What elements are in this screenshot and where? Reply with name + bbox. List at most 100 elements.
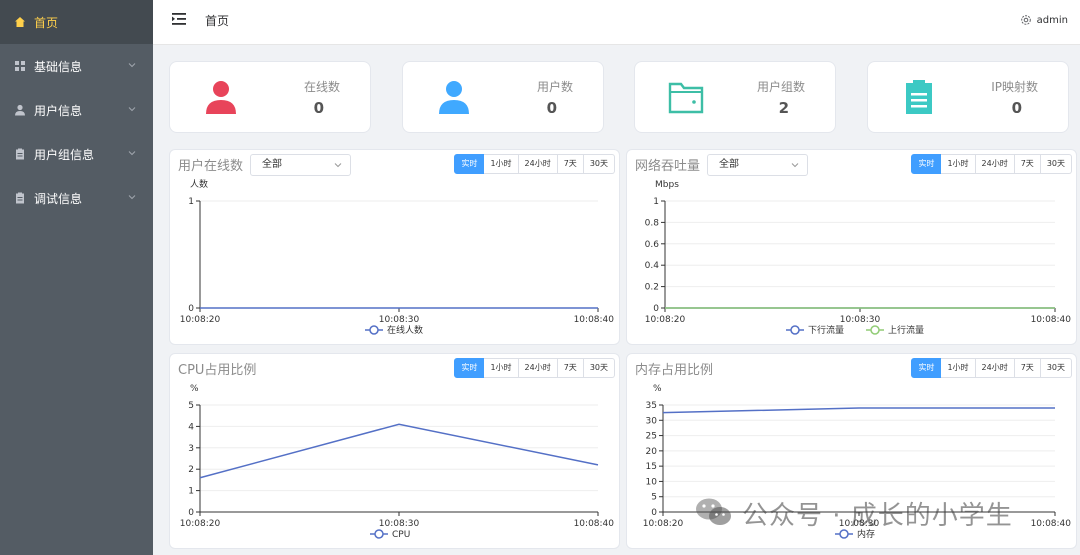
- y-tick-label: 0.6: [645, 240, 660, 250]
- time-button-24h[interactable]: 24小时: [518, 154, 558, 174]
- time-button-realtime[interactable]: 实时: [911, 358, 942, 378]
- y-tick-label: 30: [646, 416, 658, 426]
- user-name[interactable]: admin: [1037, 15, 1068, 26]
- y-axis-label: 人数: [190, 178, 208, 190]
- y-tick-label: 4: [188, 422, 194, 432]
- time-button-24h[interactable]: 24小时: [975, 154, 1015, 174]
- y-tick-label: 10: [646, 477, 658, 487]
- y-axis-label: Mbps: [655, 180, 679, 190]
- time-button-30d[interactable]: 30天: [583, 154, 615, 174]
- time-button-1h[interactable]: 1小时: [484, 358, 519, 378]
- legend-label: CPU: [392, 530, 410, 540]
- document-icon: [14, 192, 26, 204]
- time-button-realtime[interactable]: 实时: [454, 358, 485, 378]
- panel-network-throughput: 网络吞吐量 全部 实时 1小时 24小时 7天 30天 Mbps 0 0.2 0.4 0…: [626, 149, 1077, 345]
- time-button-30d[interactable]: 30天: [1040, 358, 1072, 378]
- time-range-group: 实时 1小时 24小时 7天 30天: [454, 154, 615, 174]
- sidebar-item-label: 基础信息: [34, 59, 83, 74]
- panel-title: CPU占用比例: [178, 363, 257, 378]
- x-tick-label: 10:08:30: [840, 315, 881, 325]
- stat-card-user-groups: 用户组数 2: [634, 61, 836, 133]
- y-tick-label: 0.4: [645, 261, 660, 271]
- stat-value: 2: [778, 99, 789, 117]
- time-button-24h[interactable]: 24小时: [518, 358, 558, 378]
- chevron-down-icon: [791, 163, 799, 168]
- y-tick-label: 35: [646, 401, 657, 411]
- menu-fold-icon[interactable]: [171, 11, 187, 27]
- legend-label: 下行流量: [808, 324, 844, 336]
- stat-label: IP映射数: [991, 80, 1038, 94]
- panel-cpu-usage: CPU占用比例 实时 1小时 24小时 7天 30天 % 0 1 2 3 4 5 10:08:…: [169, 353, 620, 549]
- time-button-7d[interactable]: 7天: [557, 154, 584, 174]
- chevron-down-icon: [128, 107, 136, 112]
- sidebar-item-debug-info[interactable]: 调试信息: [0, 176, 153, 220]
- folder-icon: [668, 82, 704, 114]
- time-button-1h[interactable]: 1小时: [941, 154, 976, 174]
- time-button-realtime[interactable]: 实时: [454, 154, 485, 174]
- time-button-7d[interactable]: 7天: [557, 358, 584, 378]
- sidebar-item-home[interactable]: 首页: [0, 0, 153, 44]
- stat-label: 用户数: [536, 80, 573, 94]
- sidebar-item-label: 调试信息: [34, 191, 83, 206]
- y-axis-label: %: [653, 384, 662, 394]
- y-tick-label: 0: [188, 508, 194, 518]
- panel-title: 内存占用比例: [635, 363, 714, 378]
- y-tick-label: 0.8: [645, 218, 660, 228]
- y-tick-label: 0: [651, 508, 657, 518]
- filter-select[interactable]: 全部: [707, 154, 808, 176]
- clipboard-icon: [906, 80, 932, 114]
- breadcrumb[interactable]: 首页: [205, 12, 229, 29]
- chart-cpu-usage: % 0 1 2 3 4 5 10:08:20 10:08:30 10:08:40 CPU: [180, 384, 615, 540]
- time-button-30d[interactable]: 30天: [583, 358, 615, 378]
- y-axis-label: %: [190, 384, 199, 394]
- legend-label: 上行流量: [888, 324, 924, 336]
- time-button-1h[interactable]: 1小时: [941, 358, 976, 378]
- legend-item: CPU: [370, 529, 410, 540]
- time-range-group: 实时 1小时 24小时 7天 30天: [911, 358, 1072, 378]
- y-tick-label: 1: [188, 197, 194, 207]
- panel-title: 用户在线数: [178, 159, 244, 174]
- y-tick-label: 15: [646, 462, 657, 472]
- y-tick-label: 0: [653, 304, 659, 314]
- document-icon: [14, 148, 26, 160]
- gear-icon[interactable]: [1020, 14, 1032, 26]
- stat-card-users: 用户数 0: [402, 61, 604, 133]
- chart-online-users: 人数 0 1 10:08:20 10:08:30 10:08:40 在线人数: [180, 178, 614, 336]
- chart-network-throughput: Mbps 0 0.2 0.4 0.6 0.8 1 10:08:20 10:08:30 10:08:…: [645, 180, 1072, 336]
- top-header: 首页 admin: [153, 0, 1080, 45]
- legend-marker: [790, 325, 800, 335]
- grid-icon: [14, 60, 26, 72]
- time-button-7d[interactable]: 7天: [1014, 154, 1041, 174]
- legend-item: 下行流量: [786, 324, 844, 336]
- x-tick-label: 10:08:40: [574, 519, 615, 529]
- time-button-1h[interactable]: 1小时: [484, 154, 519, 174]
- y-tick-label: 0.2: [645, 283, 659, 293]
- time-button-realtime[interactable]: 实时: [911, 154, 942, 174]
- legend-item: 上行流量: [866, 324, 924, 336]
- select-value: 全部: [719, 159, 739, 170]
- sidebar-item-label: 用户组信息: [34, 147, 95, 162]
- watermark-text: 公众号 · 成长的小学生: [742, 501, 1013, 531]
- time-button-7d[interactable]: 7天: [1014, 358, 1041, 378]
- x-tick-label: 10:08:40: [1031, 519, 1072, 529]
- series-line: [199, 423, 599, 479]
- user-icon: [206, 81, 236, 114]
- legend-label: 在线人数: [387, 324, 423, 336]
- sidebar-item-basic-info[interactable]: 基础信息: [0, 44, 153, 88]
- wechat-icon: [696, 498, 731, 525]
- y-tick-label: 3: [188, 444, 194, 454]
- time-button-30d[interactable]: 30天: [1040, 154, 1072, 174]
- sidebar-item-label: 用户信息: [34, 103, 83, 118]
- chevron-down-icon: [334, 163, 342, 168]
- panel-title: 网络吞吐量: [635, 159, 701, 174]
- user-icon: [14, 104, 26, 116]
- y-tick-label: 1: [653, 197, 659, 207]
- filter-select[interactable]: 全部: [250, 154, 351, 176]
- sidebar-item-user-group-info[interactable]: 用户组信息: [0, 132, 153, 176]
- sidebar-item-user-info[interactable]: 用户信息: [0, 88, 153, 132]
- y-tick-label: 25: [646, 432, 657, 442]
- x-tick-label: 10:08:20: [180, 315, 221, 325]
- sidebar: 首页 基础信息 用户信息 用户组信息 调试信息: [0, 0, 153, 555]
- time-button-24h[interactable]: 24小时: [975, 358, 1015, 378]
- stat-value: 0: [1011, 99, 1022, 117]
